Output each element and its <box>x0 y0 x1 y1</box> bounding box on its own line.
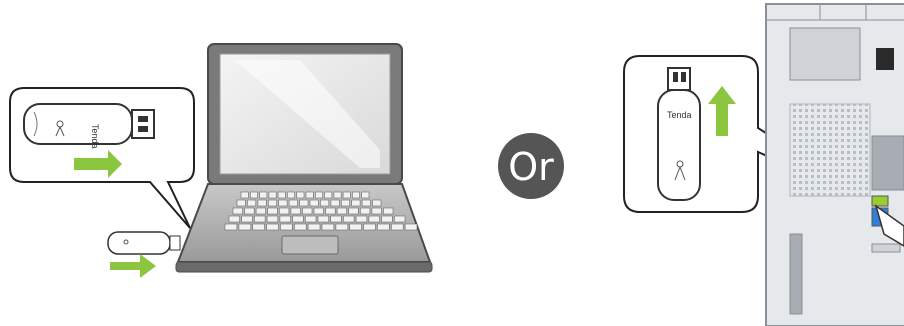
keyboard-key <box>368 215 380 223</box>
usb-port-green <box>871 195 889 207</box>
keyboard-key <box>309 199 319 207</box>
keyboard-key <box>305 191 314 199</box>
power-supply-panel <box>789 27 861 81</box>
keyboard-key <box>299 199 309 207</box>
keyboard-key <box>361 191 370 199</box>
keyboard-key <box>340 199 350 207</box>
keyboard-key <box>241 215 253 223</box>
keyboard-key <box>363 223 376 231</box>
keyboard-key <box>244 207 255 215</box>
keyboard-key <box>228 215 240 223</box>
keyboard-key <box>279 215 291 223</box>
power-switch <box>876 48 894 70</box>
keyboard-key <box>292 215 304 223</box>
keyboard-key <box>296 191 305 199</box>
keyboard-key <box>236 199 246 207</box>
keyboard-key <box>266 215 279 223</box>
brand-label-large: Tenda <box>90 124 100 149</box>
keyboard-key <box>252 223 265 231</box>
keyboard-key <box>372 199 382 207</box>
keyboard-key <box>266 223 279 231</box>
keyboard-key <box>404 223 418 231</box>
brand-label-small: Tenda <box>667 110 692 120</box>
keyboard-key <box>287 191 295 199</box>
keyboard-key <box>330 199 340 207</box>
keyboard-key <box>268 191 277 199</box>
keyboard-key <box>320 199 330 207</box>
insert-right-arrow-icon <box>110 254 156 278</box>
keyboard-key <box>343 215 355 223</box>
keyboard-key <box>342 191 351 199</box>
laptop-icon <box>175 43 433 273</box>
vent-grille <box>789 103 871 197</box>
keyboard-key <box>255 207 267 215</box>
or-separator: Or <box>498 133 564 199</box>
keyboard-key <box>238 223 252 231</box>
keyboard-key <box>259 191 268 199</box>
keyboard-key <box>355 215 368 223</box>
keyboard-key <box>277 191 286 199</box>
laptop-touchpad <box>281 235 339 255</box>
keyboard-key <box>302 207 313 215</box>
diagram-canvas: Tenda Or Tenda <box>9 3 904 326</box>
keyboard-key <box>250 191 258 199</box>
keyboard-key <box>393 215 406 223</box>
keyboard-key <box>321 223 335 231</box>
callout-laptop-usb: Tenda <box>9 87 195 229</box>
keyboard-key <box>324 191 333 199</box>
keyboard-key <box>232 207 243 215</box>
keyboard-key <box>317 215 329 223</box>
keyboard-key <box>224 223 238 231</box>
keyboard-key <box>267 207 278 215</box>
keyboard-key <box>361 199 371 207</box>
keyboard-key <box>280 223 293 231</box>
keyboard-key <box>336 207 348 215</box>
keyboard-key <box>381 215 393 223</box>
keyboard-key <box>240 191 249 199</box>
keyboard-key <box>278 207 290 215</box>
keyboard-key <box>371 207 382 215</box>
keyboard-key <box>349 223 362 231</box>
keyboard-key <box>383 207 394 215</box>
keyboard-key <box>348 207 359 215</box>
keyboard-key <box>293 223 307 231</box>
keyboard-key <box>313 207 324 215</box>
keyboard-key <box>351 199 361 207</box>
desktop-tower-icon <box>765 3 904 326</box>
keyboard-key <box>325 207 336 215</box>
keyboard-key <box>330 215 342 223</box>
keyboard-key <box>288 199 298 207</box>
keyboard-key <box>377 223 390 231</box>
keyboard-key <box>359 207 371 215</box>
usb-adapter-icon <box>107 231 181 255</box>
keyboard-key <box>267 199 277 207</box>
keyboard-key <box>352 191 360 199</box>
keyboard-key <box>278 199 288 207</box>
keyboard-key <box>254 215 266 223</box>
or-label: Or <box>508 145 554 189</box>
keyboard-key <box>290 207 301 215</box>
keyboard-key <box>335 223 349 231</box>
keyboard-key <box>390 223 404 231</box>
keyboard-key <box>257 199 267 207</box>
keyboard-key <box>304 215 317 223</box>
keyboard-key <box>314 191 323 199</box>
installation-diagram: Tenda Or Tenda <box>0 0 904 326</box>
keyboard-key <box>307 223 321 231</box>
keyboard-key <box>333 191 342 199</box>
keyboard-key <box>247 199 257 207</box>
